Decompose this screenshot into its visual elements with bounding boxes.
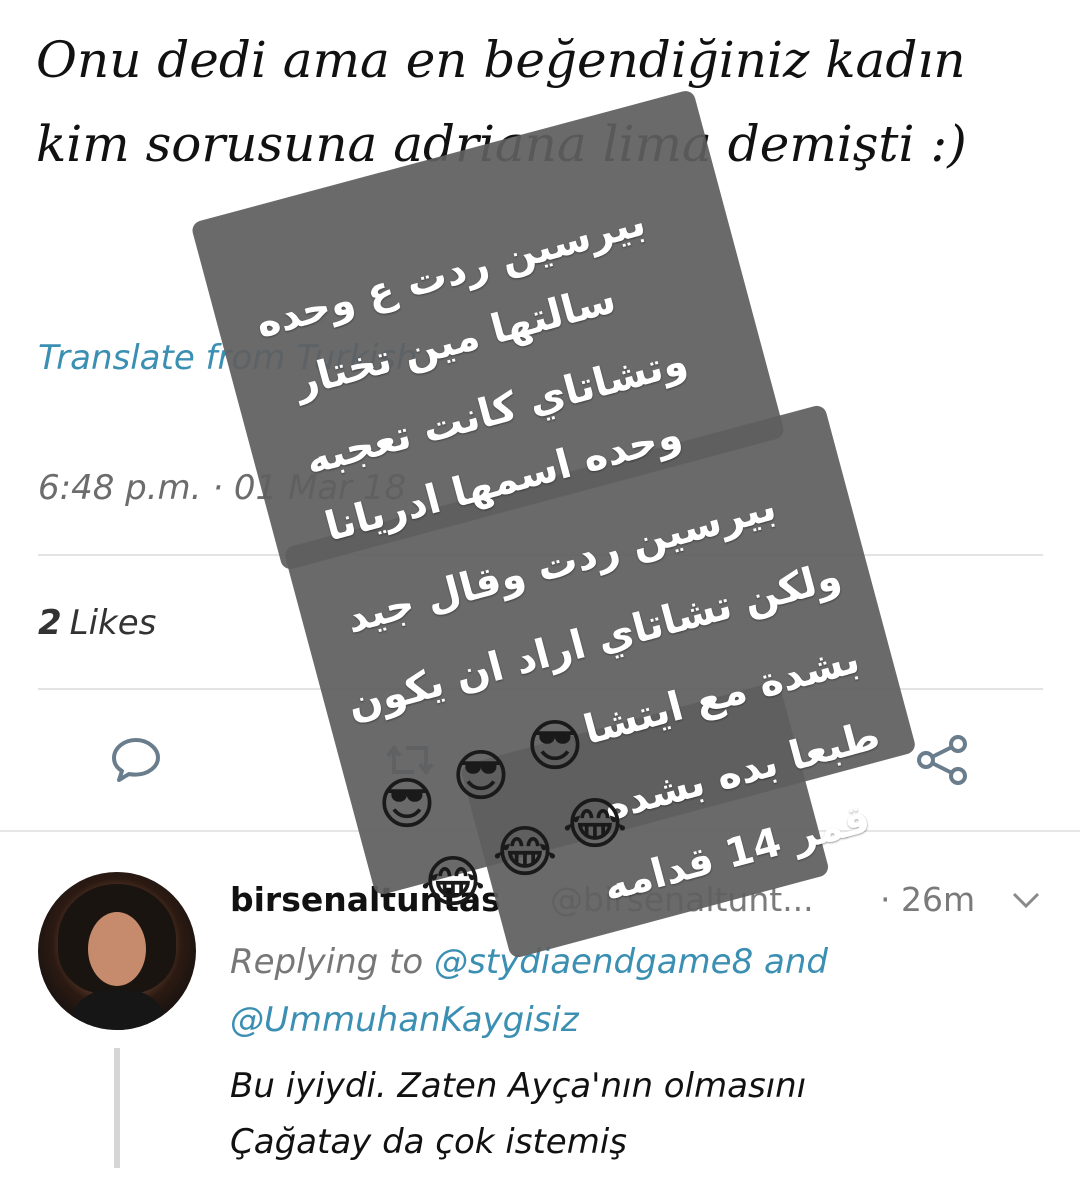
reply-body-line: Çağatay da çok istemiş <box>230 1122 627 1162</box>
laughing-emoji-icon: 😂 <box>492 820 558 885</box>
laughing-emoji-icon: 😂 <box>420 850 486 915</box>
likes-stat[interactable]: 2 Likes <box>38 603 156 643</box>
sunglasses-emoji-icon: 😎 <box>525 714 585 779</box>
share-icon[interactable] <box>912 730 972 790</box>
reply-body-line: Bu iyiydi. Zaten Ayça'nın olmasını <box>230 1066 807 1106</box>
replying-and: and <box>764 942 828 982</box>
mention-link[interactable]: @UmmuhanKaygisiz <box>230 1000 579 1040</box>
replying-prefix: Replying to <box>230 942 424 982</box>
chevron-down-icon[interactable] <box>1010 888 1042 912</box>
avatar[interactable] <box>38 872 196 1030</box>
laughing-emoji-icon: 😂 <box>562 792 628 857</box>
reply-time: · 26m <box>880 880 976 919</box>
likes-count: 2 <box>38 603 62 643</box>
likes-label: Likes <box>69 603 157 643</box>
mention-link[interactable]: @stydiaendgame8 <box>434 942 753 982</box>
reply-icon[interactable] <box>106 730 166 790</box>
sunglasses-emoji-icon: 😎 <box>451 744 511 809</box>
sunglasses-emoji-icon: 😎 <box>377 772 437 837</box>
reply-body: Bu iyiydi. Zaten Ayça'nın olmasını Çağat… <box>230 1058 1030 1170</box>
thread-line <box>114 1048 120 1168</box>
